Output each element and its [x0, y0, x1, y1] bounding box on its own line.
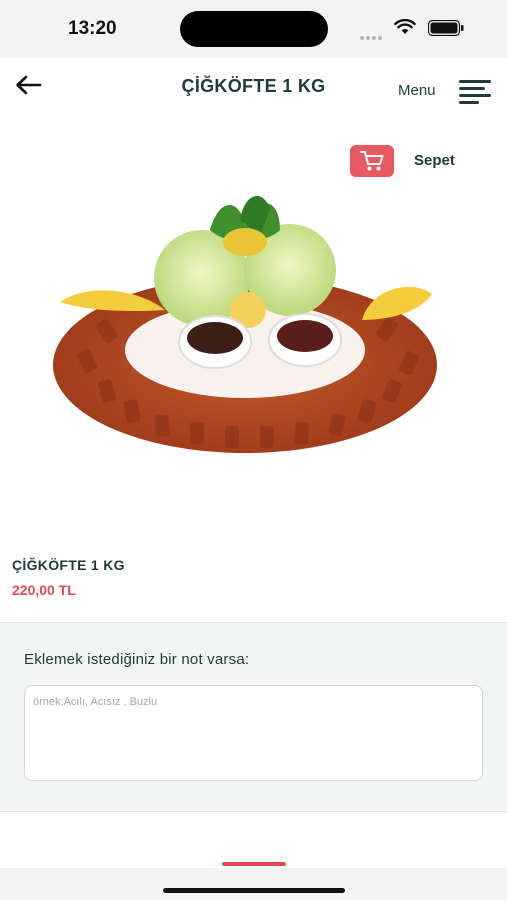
dynamic-island	[180, 11, 328, 47]
product-image	[53, 196, 437, 453]
cart-badge	[350, 145, 394, 177]
hamburger-menu-icon	[459, 80, 491, 104]
note-input[interactable]	[24, 685, 483, 781]
cart-label: Sepet	[414, 152, 455, 169]
cellular-signal-icon	[360, 27, 384, 45]
status-bar: 13:20	[0, 0, 507, 58]
battery-icon	[428, 20, 464, 36]
product-name: ÇİĞKÖFTE 1 KG	[12, 557, 125, 573]
status-time: 13:20	[68, 18, 117, 39]
home-indicator[interactable]	[163, 888, 345, 893]
cart-button[interactable]: Sepet	[350, 145, 470, 177]
bottom-tab-indicator	[222, 862, 286, 866]
note-section: Eklemek istediğiniz bir not varsa:	[0, 622, 507, 812]
menu-label: Menu	[398, 82, 436, 99]
app-header: ÇİĞKÖFTE 1 KG Menu	[0, 58, 507, 118]
shopping-cart-icon	[360, 151, 384, 171]
home-bar-area	[0, 868, 507, 900]
product-price: 220,00 TL	[12, 582, 76, 598]
wifi-icon	[394, 19, 416, 34]
note-label: Eklemek istediğiniz bir not varsa:	[24, 651, 250, 668]
